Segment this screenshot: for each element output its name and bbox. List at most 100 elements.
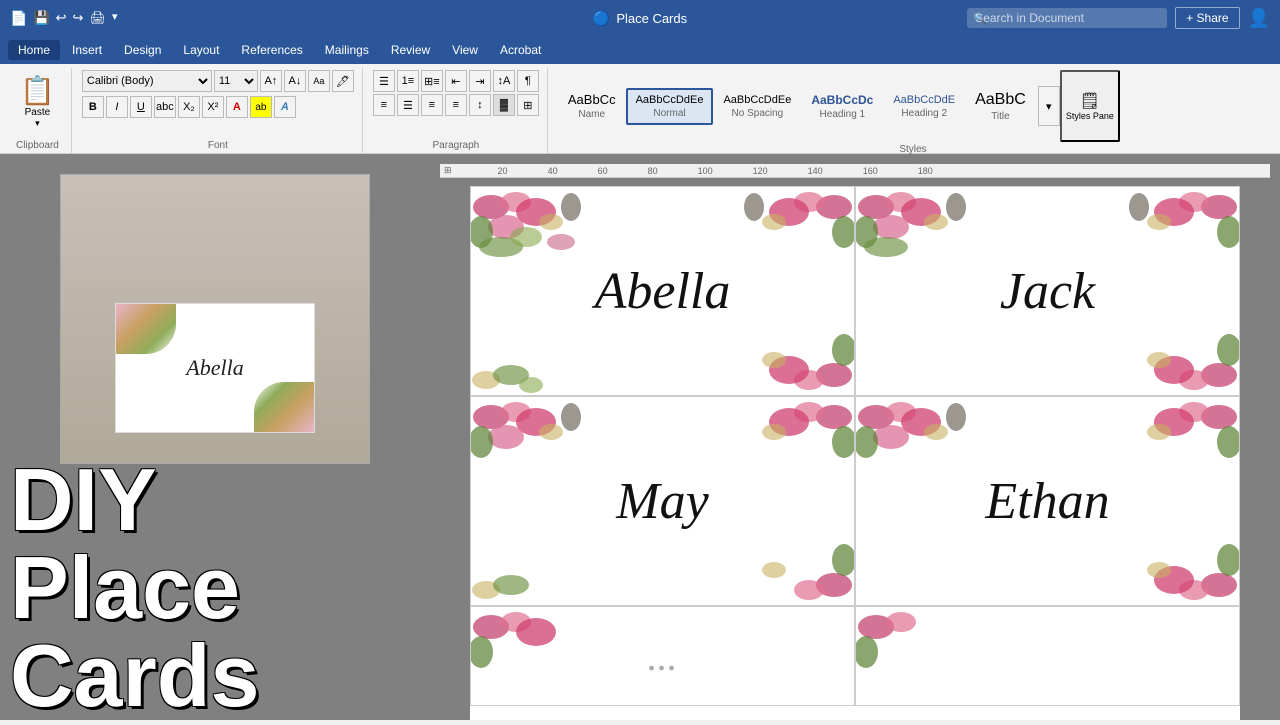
show-hide-button[interactable]: ¶ (517, 70, 539, 92)
justify-button[interactable]: ≡ (445, 94, 467, 116)
diy-line1: DIY (0, 456, 430, 544)
doc-page: Abella (470, 186, 1240, 720)
title-center: 🔵 Place Cards (593, 10, 687, 27)
align-center-button[interactable]: ☰ (397, 94, 419, 116)
left-panel: Abella DIY Place Cards (0, 154, 430, 720)
menu-item-layout[interactable]: Layout (173, 40, 229, 60)
bold-button[interactable]: B (82, 96, 104, 118)
font-size-select[interactable]: 11 (214, 70, 258, 92)
doc-panel[interactable]: ⊞ 20 40 60 80 100 120 140 160 180 (430, 154, 1280, 720)
strikethrough-button[interactable]: abc (154, 96, 176, 118)
menu-item-review[interactable]: Review (381, 40, 440, 60)
style-title[interactable]: AaBbC Title (965, 85, 1036, 128)
font-shrink-button[interactable]: A↓ (284, 70, 306, 92)
numbering-button[interactable]: 1≡ (397, 70, 419, 92)
subscript-button[interactable]: X₂ (178, 96, 200, 118)
bullets-button[interactable]: ☰ (373, 70, 395, 92)
thumb-floral-br (254, 382, 314, 432)
font-color-button[interactable]: A (226, 96, 248, 118)
thumb-floral-tl (116, 304, 176, 354)
sort-button[interactable]: ↕A (493, 70, 515, 92)
title-bar: 📄 💾 ↩ ↪ 🖨 ▾ 🔵 Place Cards 🔍 + Share 👤 (0, 0, 1280, 36)
thumb-card-name: Abella (186, 355, 243, 381)
floral-tl-abella (471, 187, 611, 287)
quick-access-print[interactable]: 🖨 (89, 10, 106, 27)
italic-button[interactable]: I (106, 96, 128, 118)
style-no-spacing[interactable]: AaBbCcDdEe No Spacing (713, 88, 801, 125)
doc-icon: 🔵 (593, 10, 610, 27)
quick-access-save[interactable]: 💾 (33, 10, 49, 27)
user-icon[interactable]: 👤 (1248, 8, 1270, 29)
style-heading2[interactable]: AaBbCcDdE Heading 2 (883, 88, 965, 125)
floral-bl-may (471, 545, 551, 605)
floral-br-abella (714, 295, 854, 395)
align-right-button[interactable]: ≡ (421, 94, 443, 116)
place-card-ethan[interactable]: Ethan (855, 396, 1240, 606)
customize-arrow[interactable]: ▾ (112, 10, 118, 27)
place-card-may[interactable]: May (470, 396, 855, 606)
floral-br-jack (1099, 295, 1239, 395)
increase-indent-button[interactable]: ⇥ (469, 70, 491, 92)
quick-access-redo[interactable]: ↪ (73, 10, 84, 27)
ruler-mark-140: 140 (808, 166, 823, 176)
ruler-mark-20: 20 (498, 166, 508, 176)
place-card-jack[interactable]: Jack (855, 186, 1240, 396)
menu-item-references[interactable]: References (231, 40, 312, 60)
styles-pane-icon: 🗒 (1080, 91, 1100, 111)
align-left-button[interactable]: ≡ (373, 94, 395, 116)
floral-tr-ethan (1099, 397, 1239, 497)
floral-tr-abella (714, 187, 854, 287)
line-spacing-button[interactable]: ↕ (469, 94, 491, 116)
plus-icon[interactable]: ⊞ (444, 165, 452, 176)
style-normal[interactable]: AaBbCcDdEe Normal (626, 88, 714, 125)
superscript-button[interactable]: X² (202, 96, 224, 118)
shading-button[interactable]: ▓ (493, 94, 515, 116)
clear-format-button[interactable]: 🖊 (332, 70, 354, 92)
styles-pane-button[interactable]: 🗒 Styles Pane (1060, 70, 1120, 142)
card-name-may: May (616, 472, 708, 531)
highlight-button[interactable]: ab (250, 96, 272, 118)
thumb-card: Abella (115, 303, 315, 433)
ribbon: 📋 Paste ▾ Clipboard Calibri (Body) 11 A↑… (0, 64, 1280, 154)
paragraph-group: ☰ 1≡ ⊞≡ ⇤ ⇥ ↕A ¶ ≡ ☰ ≡ ≡ ↕ ▓ ⊞ Paragraph (365, 68, 548, 153)
menu-item-mailings[interactable]: Mailings (315, 40, 379, 60)
decrease-indent-button[interactable]: ⇤ (445, 70, 467, 92)
ruler-mark-100: 100 (698, 166, 713, 176)
underline-button[interactable]: U (130, 96, 152, 118)
share-button[interactable]: + Share (1175, 7, 1239, 29)
paste-group: 📋 Paste ▾ Clipboard (4, 68, 72, 153)
quick-access-undo[interactable]: ↩ (56, 10, 67, 27)
diy-line2: Place Cards (0, 544, 430, 720)
ruler-mark-80: 80 (648, 166, 658, 176)
floral-br-may (714, 505, 854, 605)
multilevel-button[interactable]: ⊞≡ (421, 70, 443, 92)
paragraph-group-label: Paragraph (373, 138, 539, 151)
paste-button[interactable]: 📋 Paste ▾ (12, 70, 63, 133)
menu-item-acrobat[interactable]: Acrobat (490, 40, 551, 60)
style-name[interactable]: AaBbCc Name (558, 86, 626, 126)
paste-label: Paste (25, 107, 51, 118)
menu-item-design[interactable]: Design (114, 40, 171, 60)
font-name-select[interactable]: Calibri (Body) (82, 70, 212, 92)
floral-br-ethan (1099, 505, 1239, 605)
change-case-button[interactable]: Aa (308, 70, 330, 92)
place-card-abella[interactable]: Abella (470, 186, 855, 396)
paste-dropdown[interactable]: ▾ (35, 118, 40, 129)
floral-tr-jack (1099, 187, 1239, 287)
main-content: Abella DIY Place Cards ⊞ 20 40 60 80 100… (0, 154, 1280, 720)
floral-tl-ethan (856, 397, 996, 497)
place-card-6[interactable] (855, 606, 1240, 706)
floral-tr-may (714, 397, 854, 497)
floral-bl-abella (471, 335, 551, 395)
font-group-label: Font (82, 138, 354, 151)
style-heading1[interactable]: AaBbCcDc Heading 1 (801, 87, 883, 126)
text-effects-button[interactable]: A (274, 96, 296, 118)
menu-item-insert[interactable]: Insert (62, 40, 112, 60)
menu-item-view[interactable]: View (442, 40, 488, 60)
place-card-5[interactable]: ... (470, 606, 855, 706)
font-grow-button[interactable]: A↑ (260, 70, 282, 92)
search-input[interactable] (967, 8, 1167, 28)
borders-button[interactable]: ⊞ (517, 94, 539, 116)
styles-more-button[interactable]: ▾ (1038, 86, 1060, 126)
menu-item-home[interactable]: Home (8, 40, 60, 60)
